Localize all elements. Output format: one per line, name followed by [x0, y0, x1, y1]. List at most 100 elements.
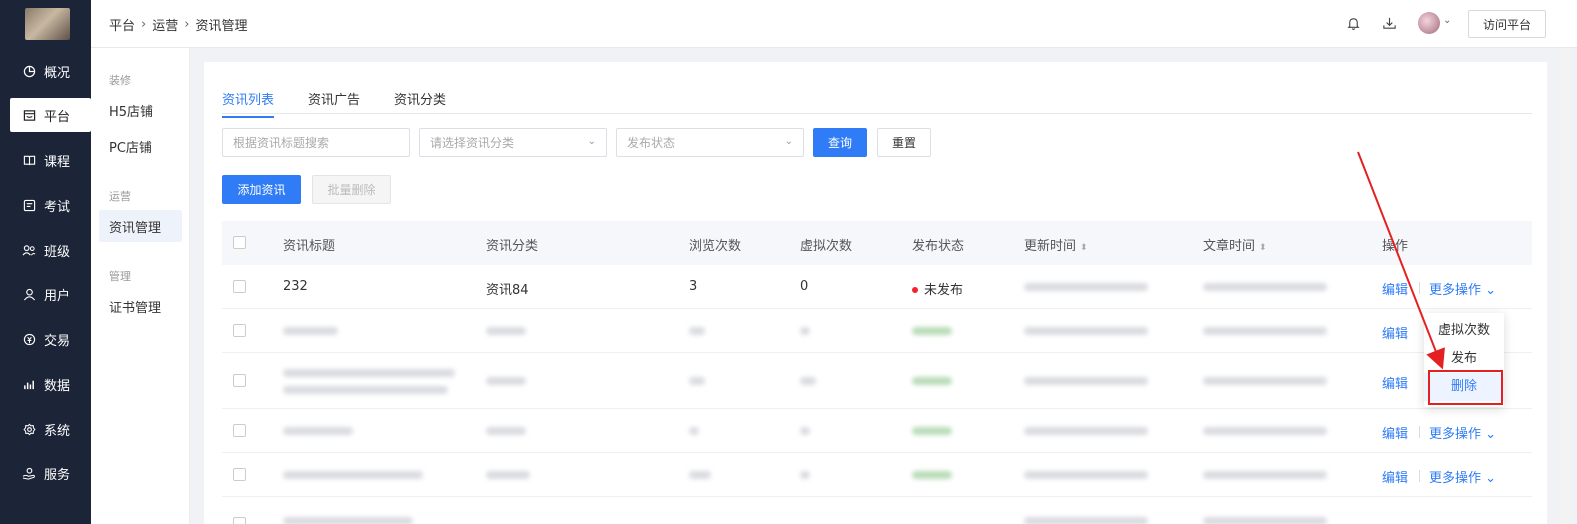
nav-item-label: 班级: [44, 244, 71, 260]
chevron-down-icon: ⌄: [1485, 427, 1497, 442]
cell-updated-blurred: [1024, 427, 1148, 435]
column-virtual: 虚拟次数: [800, 239, 853, 254]
category-select-placeholder: 请选择资讯分类: [430, 136, 515, 150]
cell-title-blurred: [283, 471, 423, 479]
cell-title-blurred: [283, 517, 413, 524]
cell-updated-blurred: [1024, 471, 1148, 479]
nav-item-label: 系统: [44, 423, 71, 439]
subnav-item-h5-store[interactable]: H5店铺: [99, 94, 182, 126]
tab-news-category[interactable]: 资讯分类: [394, 89, 446, 116]
dropdown-item-virtual-count[interactable]: 虚拟次数: [1424, 320, 1504, 342]
chevron-down-icon: ⌄: [587, 136, 596, 147]
column-views: 浏览次数: [689, 239, 742, 254]
nav-item-label: 课程: [44, 154, 71, 170]
breadcrumb-item-operation[interactable]: 运营: [152, 15, 178, 34]
nav-item-label: 概况: [44, 65, 71, 81]
subnav-group-title: 装修: [109, 74, 131, 87]
cell-updated-blurred: [1024, 283, 1148, 291]
search-input[interactable]: 根据资讯标题搜索: [222, 128, 410, 157]
main-sidebar: 概况 平台 课程 考试 班级 用户 交易 数据 系统 服务: [0, 0, 91, 524]
download-icon[interactable]: [1380, 14, 1398, 32]
dropdown-item-publish[interactable]: 发布: [1424, 348, 1504, 370]
subnav-item-news-management[interactable]: 资讯管理: [99, 210, 182, 242]
sort-icon[interactable]: ⬍: [1080, 243, 1088, 253]
nav-item-exam[interactable]: 考试: [0, 188, 91, 222]
row-checkbox[interactable]: [233, 517, 246, 524]
nav-item-class[interactable]: 班级: [0, 233, 91, 267]
nav-item-overview[interactable]: 概况: [0, 54, 91, 88]
table-row: 编辑 更多操作 ⌄: [222, 453, 1532, 497]
cell-views-blurred: [689, 327, 705, 335]
more-actions-label: 更多操作: [1429, 471, 1482, 486]
breadcrumb-item-platform[interactable]: 平台: [109, 15, 135, 34]
tab-news-list[interactable]: 资讯列表: [222, 89, 275, 118]
row-checkbox[interactable]: [233, 374, 246, 387]
nav-item-label: 服务: [44, 467, 71, 483]
secondary-sidebar: 装修 H5店铺 PC店铺 运营 资讯管理 管理 证书管理: [91, 48, 190, 524]
more-actions-link[interactable]: 更多操作 ⌄: [1429, 423, 1496, 442]
reset-button[interactable]: 重置: [877, 128, 931, 157]
category-select[interactable]: 请选择资讯分类 ⌄: [419, 128, 607, 157]
select-all-checkbox[interactable]: [233, 236, 246, 249]
service-icon: [22, 466, 36, 480]
edit-link[interactable]: 编辑: [1382, 423, 1408, 442]
nav-item-data[interactable]: 数据: [0, 367, 91, 401]
tab-news-ads[interactable]: 资讯广告: [308, 89, 360, 116]
cell-article-time-blurred: [1203, 471, 1327, 479]
breadcrumb-item-current: 资讯管理: [195, 19, 248, 34]
nav-item-service[interactable]: 服务: [0, 456, 91, 490]
settings-icon: [22, 422, 36, 436]
cell-status: 未发布: [912, 279, 963, 298]
user-avatar[interactable]: [1418, 12, 1440, 34]
breadcrumb: 平台 › 运营 › 资讯管理: [109, 15, 247, 34]
nav-item-user[interactable]: 用户: [0, 277, 91, 311]
column-updated-label: 更新时间: [1024, 239, 1077, 254]
action-divider: [1419, 470, 1420, 482]
more-actions-link[interactable]: 更多操作 ⌄: [1429, 467, 1496, 486]
brand-logo[interactable]: [25, 8, 70, 40]
cell-category-blurred: [486, 327, 526, 335]
table-row: 232 资讯84 3 0 未发布 编辑 更多操作 ⌄: [222, 265, 1532, 309]
bell-icon[interactable]: [1344, 14, 1362, 32]
nav-item-system[interactable]: 系统: [0, 412, 91, 446]
subnav-item-certificate[interactable]: 证书管理: [99, 290, 182, 322]
add-news-button[interactable]: 添加资讯: [222, 175, 301, 204]
row-checkbox[interactable]: [233, 324, 246, 337]
row-checkbox[interactable]: [233, 424, 246, 437]
column-updated[interactable]: 更新时间 ⬍: [1024, 235, 1088, 254]
status-dot: [912, 286, 918, 293]
edit-link[interactable]: 编辑: [1382, 467, 1408, 486]
row-checkbox[interactable]: [233, 468, 246, 481]
row-checkbox[interactable]: [233, 280, 246, 293]
nav-item-trade[interactable]: 交易: [0, 322, 91, 356]
column-actions: 操作: [1382, 239, 1409, 254]
table-row: 编辑 更多操作 ⌄: [222, 409, 1532, 453]
column-article-time[interactable]: 文章时间 ⬍: [1203, 235, 1267, 254]
edit-link[interactable]: 编辑: [1382, 373, 1408, 392]
sort-icon[interactable]: ⬍: [1259, 243, 1267, 253]
edit-link[interactable]: 编辑: [1382, 279, 1408, 298]
exam-icon: [22, 198, 36, 212]
cell-category-blurred: [486, 427, 526, 435]
page-scrollbar[interactable]: [1560, 48, 1570, 524]
action-divider: [1419, 426, 1420, 438]
nav-item-course[interactable]: 课程: [0, 143, 91, 177]
more-actions-link[interactable]: 更多操作 ⌄: [1429, 279, 1496, 298]
chevron-right-icon: ›: [184, 17, 190, 32]
query-button[interactable]: 查询: [813, 128, 867, 157]
chevron-down-icon[interactable]: ⌄: [1443, 15, 1451, 26]
visit-platform-button[interactable]: 访问平台: [1468, 10, 1546, 38]
annotation-highlight-box: [1428, 370, 1503, 405]
edit-link[interactable]: 编辑: [1382, 323, 1408, 342]
nav-item-label: 平台: [44, 109, 71, 125]
status-select[interactable]: 发布状态 ⌄: [616, 128, 804, 157]
subnav-item-pc-store[interactable]: PC店铺: [99, 130, 182, 162]
table-header: 资讯标题 资讯分类 浏览次数 虚拟次数 发布状态 更新时间 ⬍ 文章时间 ⬍ 操作: [222, 221, 1532, 265]
cell-views: 3: [689, 279, 698, 294]
nav-item-platform[interactable]: 平台: [10, 98, 91, 132]
cell-status-blurred: [912, 427, 952, 435]
top-header: 平台 › 运营 › 资讯管理 ⌄ 访问平台: [91, 0, 1577, 48]
table-row: 编辑: [222, 353, 1532, 409]
cell-updated-blurred: [1024, 517, 1148, 524]
batch-delete-button[interactable]: 批量删除: [312, 175, 391, 204]
